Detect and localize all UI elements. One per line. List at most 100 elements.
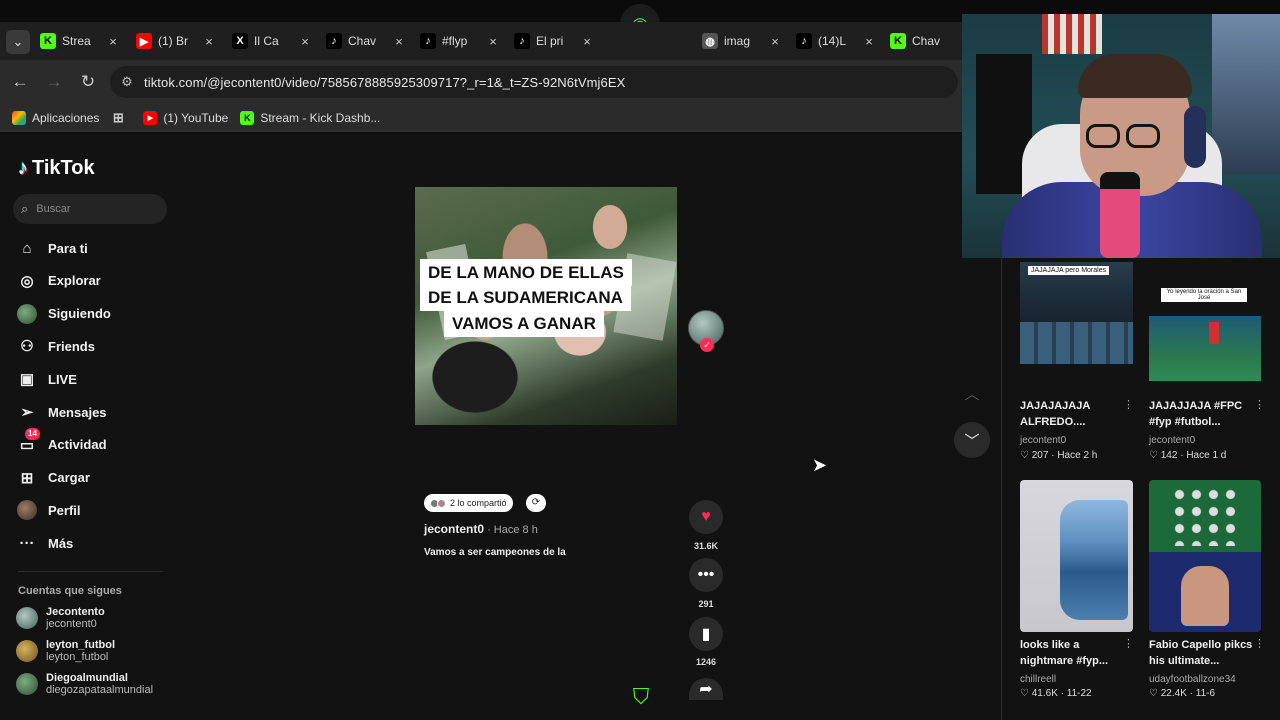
tab-close-icon[interactable]: × bbox=[486, 34, 500, 49]
comment-button[interactable]: ••• bbox=[689, 558, 723, 592]
recommended-meta: ♡ 41.6K · 11-22 bbox=[1020, 688, 1092, 699]
tab-search-button[interactable]: ⌄ bbox=[6, 30, 30, 54]
sidebar-item-friends[interactable]: ⚇ Friends bbox=[16, 335, 95, 357]
browser-tab[interactable]: ♪ Chav × bbox=[326, 27, 406, 55]
kick-shield-icon: ⛉ bbox=[632, 684, 650, 709]
tab-close-icon[interactable]: × bbox=[392, 34, 406, 49]
tab-close-icon[interactable]: × bbox=[202, 34, 216, 49]
jersey-poster bbox=[1042, 14, 1102, 54]
screen: ◉ ⌄ KStrea×▶(1) Br×XIl Ca×♪Chav×♪#flyp×♪… bbox=[0, 0, 1280, 720]
comment-count: 291 bbox=[698, 599, 714, 609]
repost-icon[interactable]: ⟳ bbox=[526, 494, 546, 512]
sidebar-item-live[interactable]: ▣ LIVE bbox=[16, 368, 77, 390]
browser-tab[interactable]: ▶ (1) Br × bbox=[136, 27, 216, 55]
account-text: Diegoalmundial diegozapataalmundial bbox=[46, 672, 153, 696]
tab-title: El pri bbox=[536, 34, 564, 48]
recommended-thumbnail[interactable]: JAJAJAJA pero Morales bbox=[1020, 262, 1133, 364]
sidebar-item-más[interactable]: ··· Más bbox=[16, 532, 74, 554]
next-video-button[interactable]: ﹀ bbox=[954, 422, 990, 458]
shared-chip[interactable]: 2 lo compartió bbox=[424, 494, 513, 512]
followed-account[interactable]: Diegoalmundial diegozapataalmundial bbox=[16, 672, 153, 696]
recommended-panel: JAJAJAJA pero Morales JAJAJAJAJA ALFREDO… bbox=[1002, 258, 1280, 720]
tab-close-icon[interactable]: × bbox=[768, 34, 782, 49]
sidebar-item-cargar[interactable]: ⊞ Cargar bbox=[16, 467, 90, 489]
sidebar-item-explorar[interactable]: ◎ Explorar bbox=[16, 270, 100, 292]
followed-account[interactable]: Jecontento jecontent0 bbox=[16, 606, 105, 630]
recommended-thumbnail[interactable] bbox=[1149, 480, 1261, 632]
sidebar-item-actividad[interactable]: ▭ 14 Actividad bbox=[16, 427, 107, 456]
recommended-title[interactable]: JAJAJAJAJA ALFREDO.... bbox=[1020, 398, 1130, 430]
post-time: Hace 1 d bbox=[1186, 450, 1227, 461]
forward-button[interactable]: → bbox=[42, 70, 66, 94]
comment-icon: ••• bbox=[697, 566, 715, 583]
bookmark-youtube[interactable]: ▶ (1) YouTube bbox=[143, 110, 228, 125]
tab-title: Chav bbox=[912, 34, 941, 48]
browser-tab[interactable]: X Il Ca × bbox=[232, 27, 312, 55]
sidebar-item-label: Perfil bbox=[48, 502, 81, 518]
recommended-user[interactable]: udayfootballzone34 bbox=[1149, 674, 1236, 685]
video-caption-line: DE LA SUDAMERICANA bbox=[420, 284, 631, 311]
address-bar[interactable]: ⚙ tiktok.com/@jecontent0/video/758567888… bbox=[110, 66, 958, 98]
sidebar-item-para-ti[interactable]: ⌂ Para ti bbox=[16, 237, 87, 259]
avatar bbox=[16, 640, 38, 662]
grid-icon: ⊞ bbox=[112, 109, 124, 125]
recommended-meta: ♡ 207 · Hace 2 h bbox=[1020, 450, 1098, 461]
chevron-down-icon: ﹀ bbox=[964, 432, 980, 450]
tab-title: Chav bbox=[348, 34, 377, 48]
creator-avatar[interactable]: ✓ bbox=[688, 310, 724, 352]
tab-favicon-icon: X bbox=[232, 33, 248, 49]
tab-title: (14)L bbox=[818, 34, 847, 48]
more-options-icon[interactable]: ⋮ bbox=[1254, 637, 1265, 650]
video-author[interactable]: jecontent0 · Hace 8 h bbox=[424, 522, 538, 536]
save-count: 1246 bbox=[695, 657, 717, 667]
url-text: tiktok.com/@jecontent0/video/75856788859… bbox=[144, 74, 626, 90]
tab-title: Il Ca bbox=[254, 34, 279, 48]
recommended-title[interactable]: Fabio Capello pikcs his ultimate... bbox=[1149, 637, 1259, 669]
video-description: Vamos a ser campeones de la bbox=[424, 547, 566, 558]
browser-tab[interactable]: ♪ #flyp × bbox=[420, 27, 500, 55]
back-button[interactable]: ← bbox=[8, 70, 32, 94]
tab-close-icon[interactable]: × bbox=[106, 34, 120, 49]
site-info-icon[interactable]: ⚙ bbox=[110, 74, 144, 90]
tab-close-icon[interactable]: × bbox=[580, 34, 594, 49]
post-time: Hace 2 h bbox=[1057, 450, 1098, 461]
bookmark-apps[interactable]: Aplicaciones bbox=[12, 110, 99, 125]
recommended-thumbnail[interactable] bbox=[1020, 480, 1133, 632]
reload-button[interactable]: ↻ bbox=[76, 70, 100, 94]
bookmark-kick[interactable]: K Stream - Kick Dashb... bbox=[240, 110, 380, 125]
recommended-user[interactable]: chillreell bbox=[1020, 674, 1056, 685]
sidebar-item-siguiendo[interactable]: Siguiendo bbox=[16, 303, 111, 325]
recommended-thumbnail[interactable]: Yo leyendo la oración a San José bbox=[1149, 258, 1261, 381]
recommended-title[interactable]: JAJAJJAJA #FPC #fyp #futbol... bbox=[1149, 398, 1259, 430]
more-options-icon[interactable]: ⋮ bbox=[1254, 398, 1265, 411]
more-options-icon[interactable]: ⋮ bbox=[1123, 398, 1134, 411]
sidebar-item-label: LIVE bbox=[48, 371, 77, 387]
recommended-title[interactable]: looks like a nightmare #fyp... bbox=[1020, 637, 1130, 669]
tiktok-logo[interactable]: ♪ TikTok bbox=[18, 157, 95, 180]
browser-tab[interactable]: K Chav bbox=[890, 27, 956, 55]
heart-icon: ♥ bbox=[701, 508, 711, 525]
more-options-icon[interactable]: ⋮ bbox=[1123, 637, 1134, 650]
more-icon: ··· bbox=[19, 534, 35, 552]
tab-close-icon[interactable]: × bbox=[862, 34, 876, 49]
search-input[interactable]: ⌕ Buscar bbox=[13, 194, 167, 224]
browser-tab[interactable]: ♪ El pri × bbox=[514, 27, 594, 55]
recommended-user[interactable]: jecontent0 bbox=[1020, 435, 1066, 446]
previous-video-button[interactable]: ︿ bbox=[954, 375, 990, 411]
followed-account[interactable]: leyton_futbol leyton_futbol bbox=[16, 639, 115, 663]
recommended-user[interactable]: jecontent0 bbox=[1149, 435, 1195, 446]
tab-close-icon[interactable]: × bbox=[298, 34, 312, 49]
sidebar-item-label: Siguiendo bbox=[48, 306, 111, 322]
like-button[interactable]: ♥ bbox=[689, 500, 723, 534]
sidebar-item-mensajes[interactable]: ➢ Mensajes bbox=[16, 401, 107, 423]
save-button[interactable]: ▮ bbox=[689, 617, 723, 651]
browser-tab[interactable]: K Strea × bbox=[40, 27, 120, 55]
browser-tab-bar: ⌄ K Strea × ▶ (1) Br × X Il Ca × ♪ Chav × ♪ #flyp × ♪ El… bbox=[0, 22, 962, 60]
browser-tab[interactable]: ◍ imag × bbox=[702, 27, 782, 55]
search-placeholder: Buscar bbox=[36, 203, 71, 215]
browser-tab[interactable]: ♪ (14)L × bbox=[796, 27, 876, 55]
follow-check-icon[interactable]: ✓ bbox=[700, 338, 714, 352]
post-time: 11-6 bbox=[1195, 688, 1216, 699]
sidebar-item-perfil[interactable]: Perfil bbox=[16, 499, 81, 521]
bookmark-grid[interactable]: ⊞ bbox=[111, 109, 131, 125]
